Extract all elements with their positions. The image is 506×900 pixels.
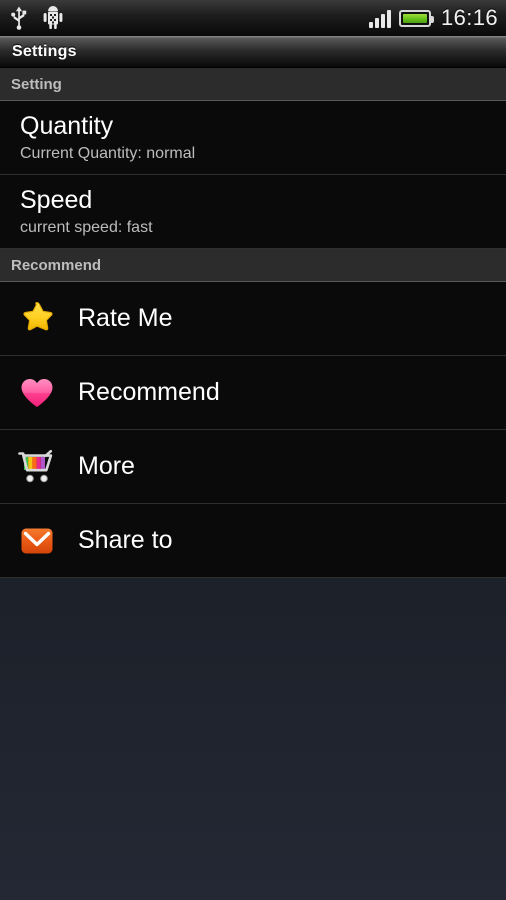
status-bar-right-icons: 16:16 <box>368 5 498 30</box>
status-bar-left-icons <box>10 6 64 30</box>
action-bar: Settings <box>0 36 506 68</box>
list-item-recommend[interactable]: Recommend <box>0 356 506 430</box>
settings-list[interactable]: Setting Quantity Current Quantity: norma… <box>0 68 506 578</box>
star-icon <box>16 298 58 340</box>
list-item-speed[interactable]: Speed current speed: fast <box>0 175 506 249</box>
section-header-recommend: Recommend <box>0 249 506 282</box>
list-item-subtitle: current speed: fast <box>20 219 153 237</box>
list-item-quantity[interactable]: Quantity Current Quantity: normal <box>0 101 506 175</box>
list-item-subtitle: Current Quantity: normal <box>20 145 196 163</box>
envelope-icon <box>16 520 58 562</box>
section-header-label: Setting <box>11 75 62 93</box>
signal-strength-icon <box>368 8 391 28</box>
shopping-cart-icon <box>16 446 58 488</box>
section-header-setting: Setting <box>0 68 506 101</box>
heart-icon <box>16 372 58 414</box>
list-item-more[interactable]: More <box>0 430 506 504</box>
status-bar-clock: 16:16 <box>440 5 498 30</box>
battery-icon <box>398 9 434 27</box>
page-title: Settings <box>12 42 77 60</box>
list-item-rate-me[interactable]: Rate Me <box>0 282 506 356</box>
status-bar: 16:16 <box>0 0 506 36</box>
list-item-label: More <box>78 452 135 480</box>
list-item-share-to[interactable]: Share to <box>0 504 506 578</box>
section-header-label: Recommend <box>11 256 102 274</box>
list-item-label: Rate Me <box>78 304 173 332</box>
list-item-label: Recommend <box>78 378 220 406</box>
android-debug-icon <box>42 6 64 30</box>
phone-screen: 16:16 Settings Setting Quantity Current … <box>0 0 506 900</box>
list-item-title: Speed <box>20 185 93 214</box>
usb-icon <box>10 6 28 30</box>
list-item-title: Quantity <box>20 111 114 140</box>
list-item-label: Share to <box>78 526 173 554</box>
